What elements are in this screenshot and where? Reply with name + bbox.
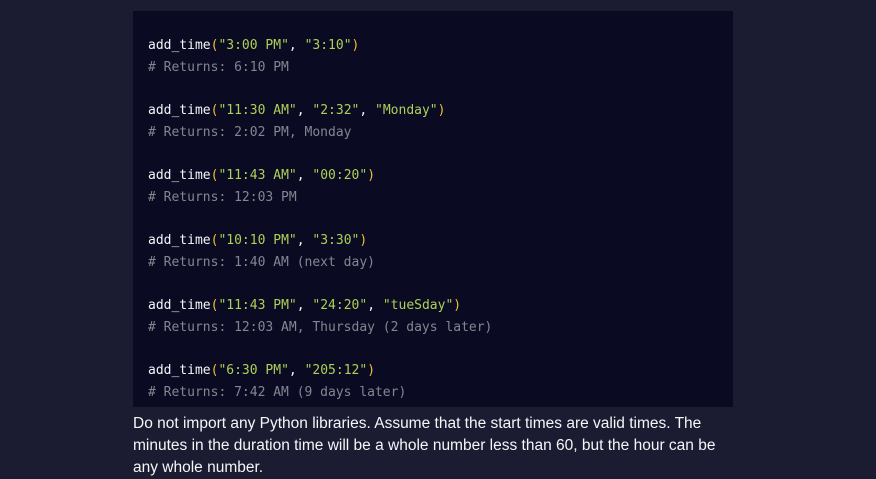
code-example: add_time("10:10 PM", "3:30") # Returns: … xyxy=(148,230,733,295)
string-argument: "11:30 AM" xyxy=(218,103,297,118)
return-comment: # Returns: 2:02 PM, Monday xyxy=(148,125,352,140)
string-argument: "Monday" xyxy=(375,103,438,118)
close-paren: ) xyxy=(351,38,360,53)
return-comment: # Returns: 1:40 AM (next day) xyxy=(148,255,375,270)
close-paren: ) xyxy=(359,233,368,248)
argument-separator: , xyxy=(288,363,305,378)
function-call-line: add_time("11:43 PM", "24:20", "tueSday") xyxy=(148,295,733,317)
string-argument: "00:20" xyxy=(312,168,368,183)
string-argument: "11:43 PM" xyxy=(218,298,297,313)
code-block: add_time("3:00 PM", "3:10") # Returns: 6… xyxy=(133,11,733,407)
string-argument: "3:10" xyxy=(304,38,352,53)
string-argument: "3:00 PM" xyxy=(218,38,289,53)
close-paren: ) xyxy=(453,298,462,313)
return-comment: # Returns: 12:03 PM xyxy=(148,190,297,205)
function-call-line: add_time("11:30 AM", "2:32", "Monday") xyxy=(148,100,733,122)
argument-separator: , xyxy=(359,103,376,118)
string-argument: "tueSday" xyxy=(382,298,454,313)
argument-separator: , xyxy=(367,298,383,313)
string-argument: "10:10 PM" xyxy=(218,233,297,248)
function-name: add_time xyxy=(148,168,211,183)
function-name: add_time xyxy=(148,103,211,118)
string-argument: "2:32" xyxy=(312,103,360,118)
instructions-paragraph: Do not import any Python libraries. Assu… xyxy=(133,415,716,476)
close-paren: ) xyxy=(437,103,446,118)
close-paren: ) xyxy=(367,363,376,378)
string-argument: "6:30 PM" xyxy=(218,363,289,378)
function-name: add_time xyxy=(148,38,211,53)
string-argument: "24:20" xyxy=(312,298,368,313)
return-comment: # Returns: 7:42 AM (9 days later) xyxy=(148,385,407,400)
return-comment: # Returns: 6:10 PM xyxy=(148,60,289,75)
function-call-line: add_time("6:30 PM", "205:12") xyxy=(148,360,733,382)
return-comment: # Returns: 12:03 AM, Thursday (2 days la… xyxy=(148,320,493,335)
code-example: add_time("11:30 AM", "2:32", "Monday") #… xyxy=(148,100,733,165)
argument-separator: , xyxy=(288,38,305,53)
argument-separator: , xyxy=(296,233,313,248)
function-call-line: add_time("11:43 AM", "00:20") xyxy=(148,165,733,187)
function-name: add_time xyxy=(148,298,211,313)
code-example: add_time("3:00 PM", "3:10") # Returns: 6… xyxy=(148,35,733,100)
code-example: add_time("11:43 AM", "00:20") # Returns:… xyxy=(148,165,733,230)
string-argument: "205:12" xyxy=(304,363,368,378)
function-name: add_time xyxy=(148,233,211,248)
close-paren: ) xyxy=(367,168,376,183)
function-call-line: add_time("3:00 PM", "3:10") xyxy=(148,35,733,57)
argument-separator: , xyxy=(296,103,313,118)
argument-separator: , xyxy=(296,168,313,183)
code-example: add_time("11:43 PM", "24:20", "tueSday")… xyxy=(148,295,733,360)
string-argument: "3:30" xyxy=(312,233,360,248)
string-argument: "11:43 AM" xyxy=(218,168,297,183)
function-name: add_time xyxy=(148,363,211,378)
function-call-line: add_time("10:10 PM", "3:30") xyxy=(148,230,733,252)
argument-separator: , xyxy=(296,298,313,313)
